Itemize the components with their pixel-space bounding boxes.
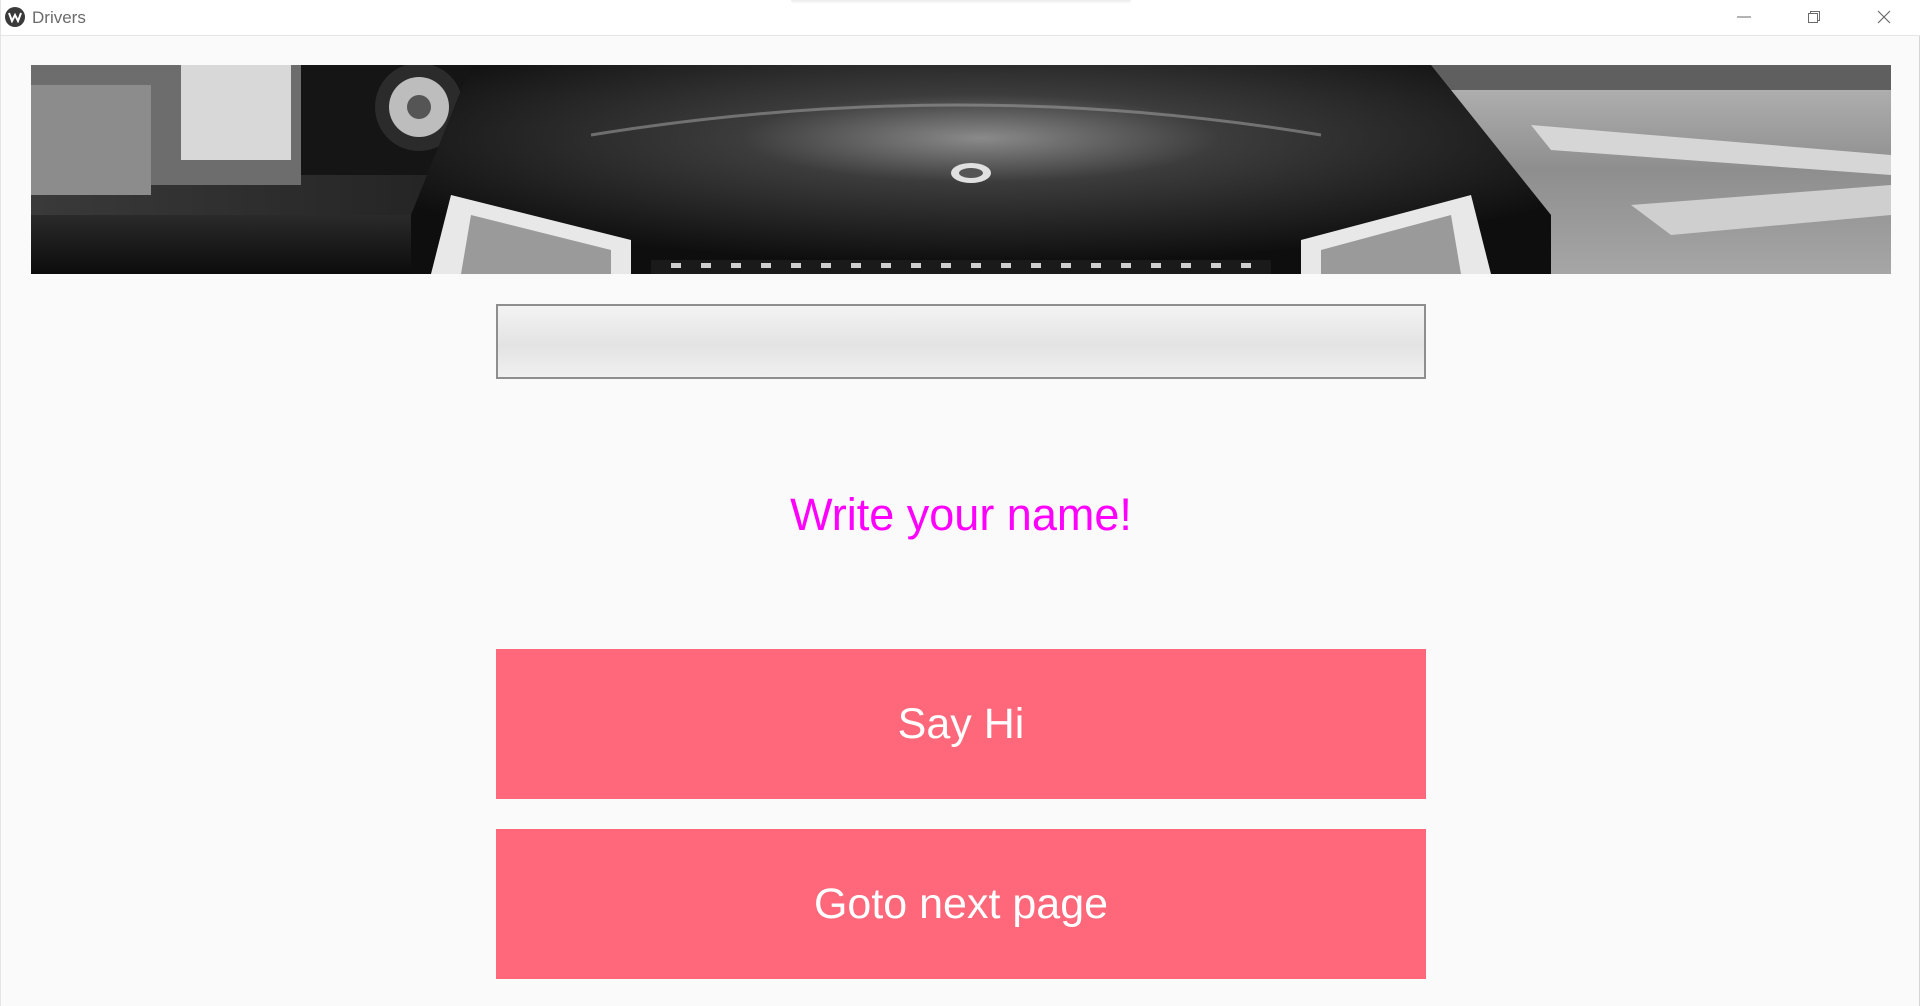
minimize-icon xyxy=(1737,16,1751,18)
prompt-label: Write your name! xyxy=(790,489,1132,540)
name-input[interactable] xyxy=(496,304,1426,379)
close-icon xyxy=(1877,10,1891,24)
restore-icon xyxy=(1808,11,1820,23)
title-bar[interactable]: Drivers xyxy=(1,0,1920,36)
minimize-button[interactable] xyxy=(1709,0,1779,34)
car-banner-image xyxy=(31,65,1891,274)
car-front-photo xyxy=(31,65,1891,274)
window-title: Drivers xyxy=(32,8,86,27)
close-button[interactable] xyxy=(1849,0,1919,34)
goto-next-page-button[interactable]: Goto next page xyxy=(496,829,1426,979)
app-window: Drivers Write your name! Say Hi Goto nex… xyxy=(0,0,1920,1006)
restore-button[interactable] xyxy=(1779,0,1849,34)
say-hi-button[interactable]: Say Hi xyxy=(496,649,1426,799)
app-logo-icon xyxy=(5,7,25,27)
title-bar-shadow xyxy=(791,0,1131,4)
